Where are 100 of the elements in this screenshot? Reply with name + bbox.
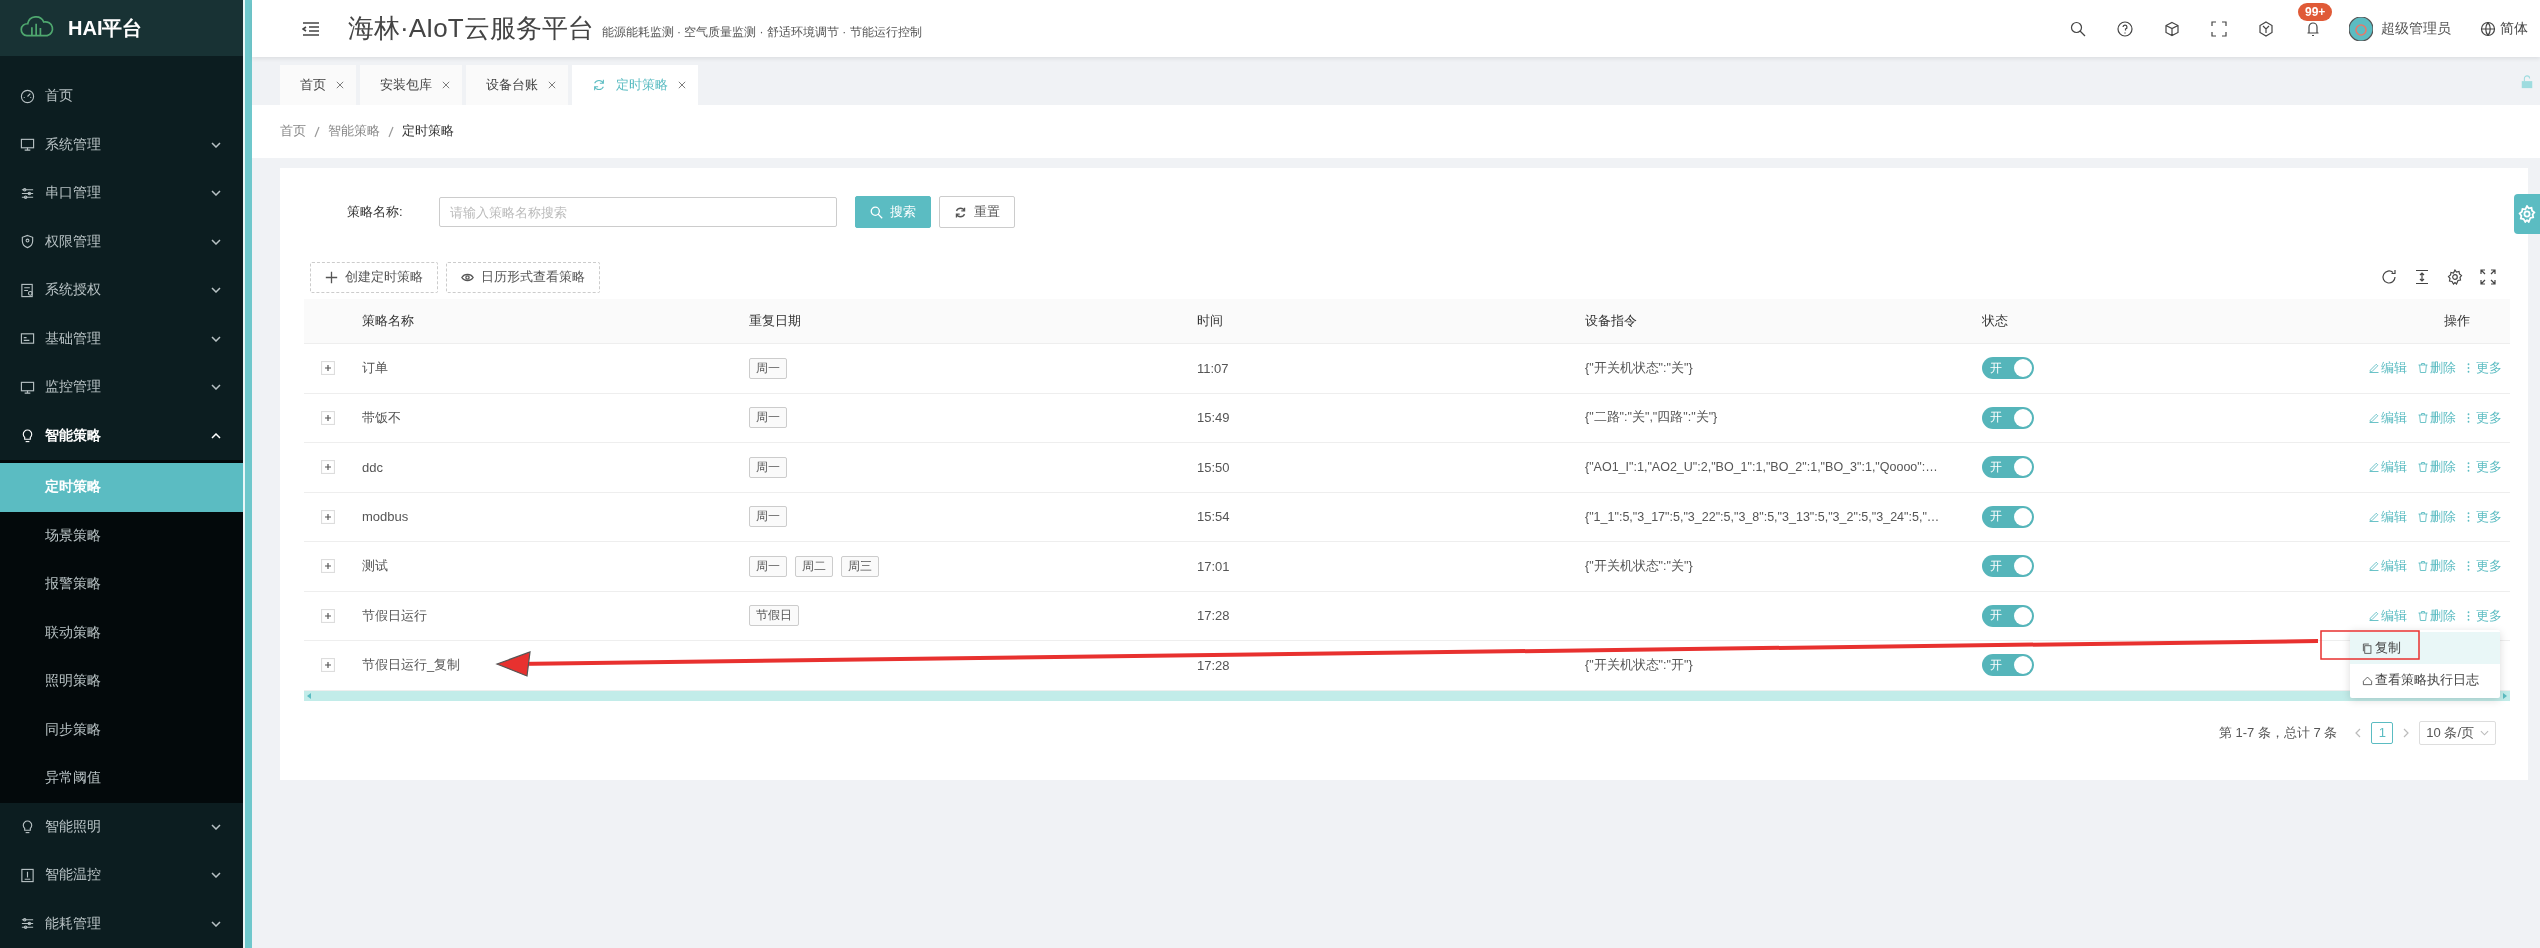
create-button[interactable]: 创建定时策略 xyxy=(310,261,438,293)
menu-icon[interactable] xyxy=(302,21,320,36)
page-tab[interactable]: 首页 xyxy=(280,65,356,105)
expand-button[interactable] xyxy=(321,658,335,673)
column-header: 设备指令 xyxy=(1585,312,1638,330)
submenu-item[interactable]: 照明策略 xyxy=(0,657,243,706)
sidebar-item[interactable]: 权限管理 xyxy=(0,217,243,266)
submenu-item[interactable]: 异常阈值 xyxy=(0,754,243,803)
action-link[interactable]: 删除 xyxy=(2417,359,2456,378)
breadcrumb-link[interactable]: 智能策略 xyxy=(328,123,380,140)
expand-button[interactable] xyxy=(321,509,335,524)
action-link[interactable]: 编辑 xyxy=(2368,507,2407,526)
expand-button[interactable] xyxy=(321,361,335,376)
sidebar-item[interactable]: 智能策略 xyxy=(0,411,243,460)
action-link[interactable]: 更多 xyxy=(2466,557,2502,576)
submenu-item[interactable]: 报警策略 xyxy=(0,560,243,609)
status-switch[interactable]: 开 xyxy=(1982,555,2034,578)
menu-item[interactable]: 查看策略执行日志 xyxy=(2350,664,2500,696)
close-icon[interactable] xyxy=(442,81,450,89)
sidebar-item[interactable]: 首页 xyxy=(0,72,243,121)
submenu-item[interactable]: 同步策略 xyxy=(0,705,243,754)
reset-button[interactable]: 重置 xyxy=(939,196,1015,228)
expand-button[interactable] xyxy=(321,608,335,623)
scroll-right-icon[interactable] xyxy=(2503,692,2507,699)
close-icon[interactable] xyxy=(678,81,686,89)
action-link[interactable]: 编辑 xyxy=(2368,359,2407,378)
globe-icon[interactable] xyxy=(2480,20,2496,37)
page-tab[interactable]: 设备台账 xyxy=(466,65,568,105)
action-link[interactable]: 编辑 xyxy=(2368,606,2407,625)
submenu-item[interactable]: 定时策略 xyxy=(0,463,243,512)
sidebar-item[interactable]: 能耗管理 xyxy=(0,899,243,948)
action-link[interactable]: 删除 xyxy=(2417,507,2456,526)
breadcrumb-link[interactable]: 首页 xyxy=(280,123,306,140)
close-icon[interactable] xyxy=(548,81,556,89)
sidebar-scrollbar[interactable] xyxy=(243,0,252,948)
expand-button[interactable] xyxy=(321,559,335,574)
submenu-item[interactable]: 场景策略 xyxy=(0,511,243,560)
hexagon-icon[interactable] xyxy=(2258,20,2274,37)
breadcrumb-separator-icon xyxy=(388,125,394,138)
status-switch[interactable]: 开 xyxy=(1982,604,2034,627)
sidebar-item[interactable]: 串口管理 xyxy=(0,169,243,218)
reload-icon[interactable] xyxy=(2381,269,2397,285)
action-link[interactable]: 更多 xyxy=(2466,507,2502,526)
avatar-icon[interactable] xyxy=(2349,16,2373,41)
fullscreen-icon[interactable] xyxy=(2480,269,2496,285)
settings-icon[interactable] xyxy=(2447,269,2463,285)
day-tag: 周二 xyxy=(795,555,833,577)
bell-icon[interactable] xyxy=(2305,20,2321,37)
page-tab[interactable]: 安装包库 xyxy=(360,65,462,105)
sidebar-item[interactable]: 系统授权 xyxy=(0,266,243,315)
action-link[interactable]: 编辑 xyxy=(2368,557,2407,576)
status-switch[interactable]: 开 xyxy=(1982,357,2034,380)
submenu-item[interactable]: 联动策略 xyxy=(0,608,243,657)
sidebar-item[interactable]: 智能温控 xyxy=(0,851,243,900)
action-link[interactable]: 删除 xyxy=(2417,408,2456,427)
search-button[interactable]: 搜索 xyxy=(855,196,931,228)
card-icon xyxy=(20,331,35,347)
calendar-view-button[interactable]: 日历形式查看策略 xyxy=(446,261,600,293)
cube-icon[interactable] xyxy=(2164,20,2180,37)
expand-button[interactable] xyxy=(321,460,335,475)
name-cell-text: 节假日运行_复制 xyxy=(362,656,462,675)
search-icon[interactable] xyxy=(2070,20,2086,37)
pencil-icon xyxy=(2368,362,2380,375)
language-label[interactable]: 简体 xyxy=(2500,19,2528,38)
page-size-select[interactable]: 10 条/页 xyxy=(2419,720,2496,745)
sidebar-item[interactable]: 监控管理 xyxy=(0,363,243,412)
previous-page-icon[interactable] xyxy=(2355,727,2362,738)
action-link[interactable]: 删除 xyxy=(2417,557,2456,576)
sidebar-item[interactable]: 智能照明 xyxy=(0,802,243,851)
refresh-icon[interactable] xyxy=(592,78,606,92)
menu-item[interactable]: 复制 xyxy=(2350,632,2500,664)
sidebar-item[interactable]: 基础管理 xyxy=(0,314,243,363)
chevron-down-icon xyxy=(211,141,221,148)
action-link[interactable]: 更多 xyxy=(2466,458,2502,477)
action-link[interactable]: 更多 xyxy=(2466,359,2502,378)
status-switch[interactable]: 开 xyxy=(1982,406,2034,429)
action-link[interactable]: 编辑 xyxy=(2368,408,2407,427)
app-subtitle: 能源能耗监测 · 空气质量监测 · 舒适环境调节 · 节能运行控制 xyxy=(601,24,922,41)
sidebar-item[interactable]: 系统管理 xyxy=(0,120,243,169)
scroll-left-icon[interactable] xyxy=(307,692,311,699)
help-icon[interactable] xyxy=(2117,20,2133,37)
next-page-icon[interactable] xyxy=(2403,727,2410,738)
search-field[interactable]: 请输入策略名称搜索 xyxy=(439,197,837,227)
status-switch[interactable]: 开 xyxy=(1982,505,2034,528)
action-link[interactable]: 删除 xyxy=(2417,458,2456,477)
settings-tab[interactable] xyxy=(2514,194,2540,234)
action-link[interactable]: 更多 xyxy=(2466,606,2502,625)
row-height-icon[interactable] xyxy=(2414,269,2430,285)
status-switch[interactable]: 开 xyxy=(1982,654,2034,677)
page-tab[interactable]: 定时策略 xyxy=(572,65,698,105)
action-link[interactable]: 更多 xyxy=(2466,408,2502,427)
close-icon[interactable] xyxy=(336,81,344,89)
action-link[interactable]: 编辑 xyxy=(2368,458,2407,477)
horizontal-scrollbar[interactable] xyxy=(304,690,2510,701)
action-link[interactable]: 删除 xyxy=(2417,606,2456,625)
user-name[interactable]: 超级管理员 xyxy=(2381,19,2451,38)
status-switch[interactable]: 开 xyxy=(1982,456,2034,479)
bulb-icon xyxy=(20,428,35,444)
page-button[interactable]: 1 xyxy=(2371,721,2394,744)
expand-button[interactable] xyxy=(321,410,335,425)
